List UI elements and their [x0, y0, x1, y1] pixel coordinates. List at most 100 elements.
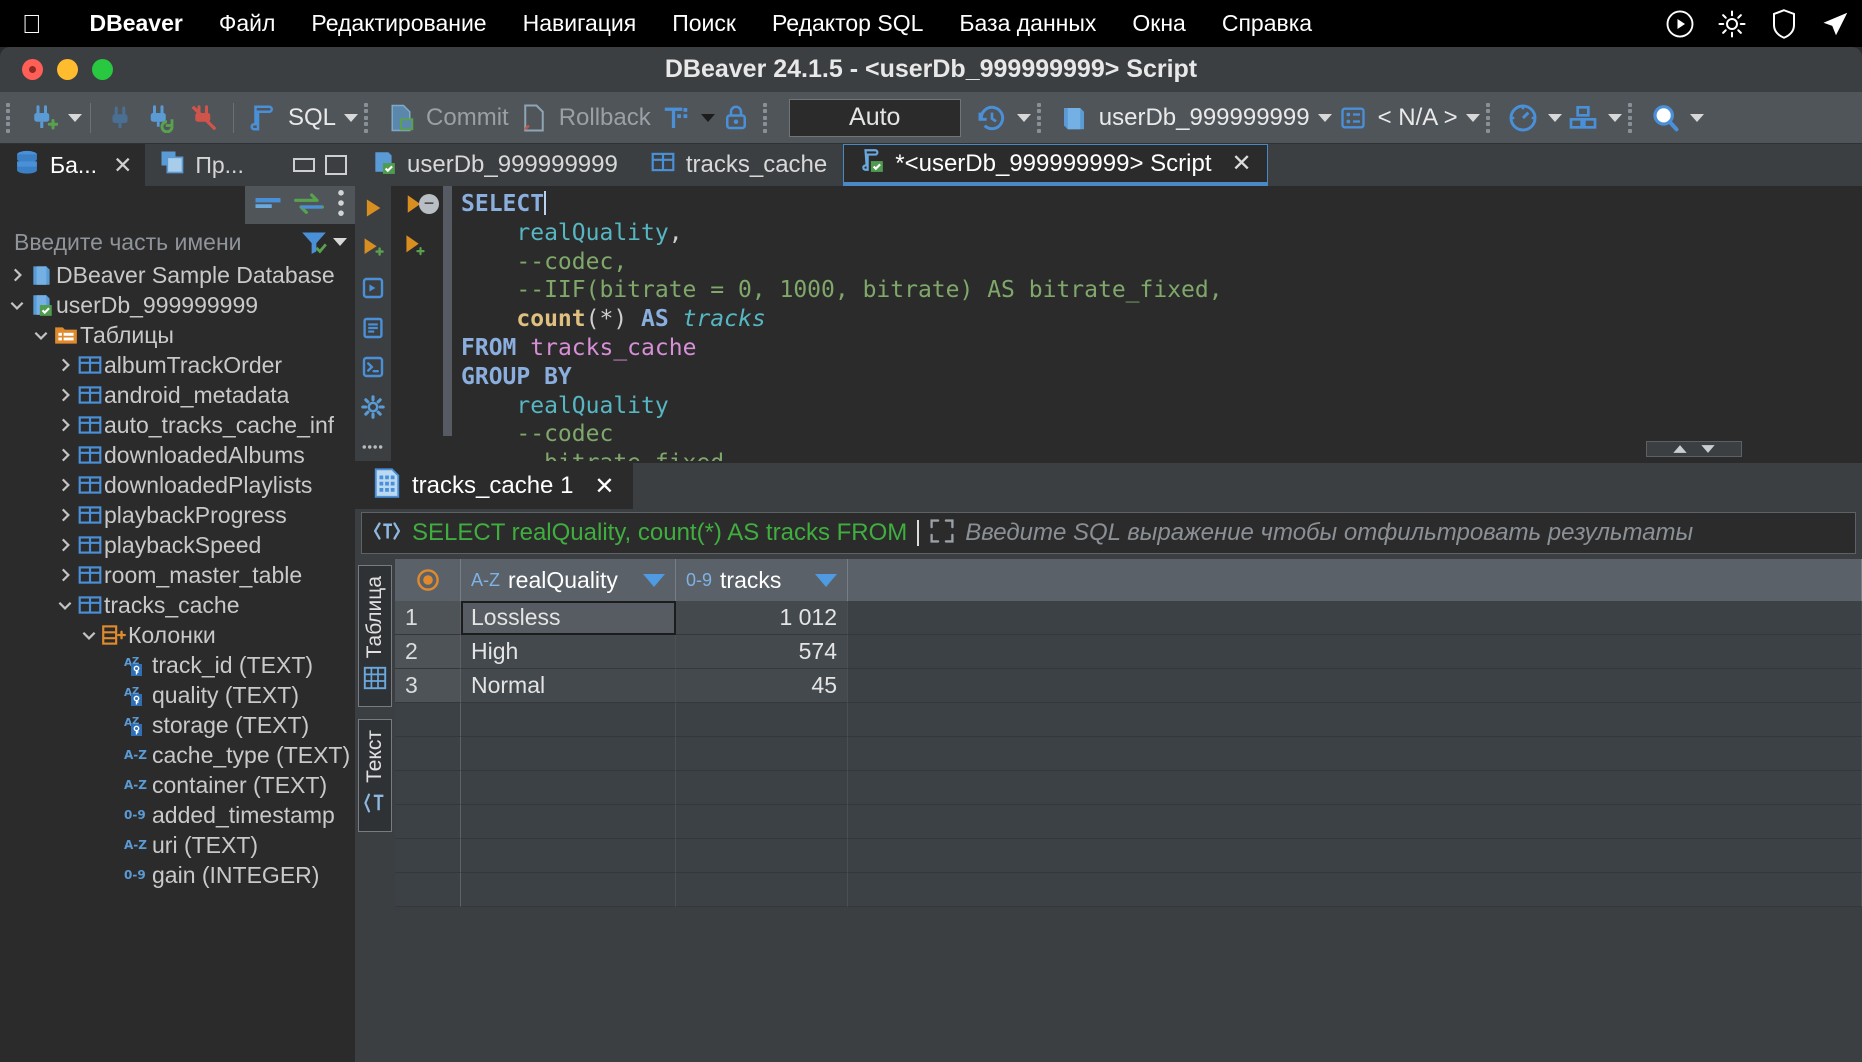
menu-item-sql-editor[interactable]: Редактор SQL — [754, 10, 941, 37]
sql-code-area[interactable]: SELECT realQuality, --codec, --IIF(bitra… — [443, 186, 1862, 461]
lock-icon[interactable] — [715, 96, 757, 140]
expand-icon[interactable] — [929, 518, 955, 549]
disconnect-icon[interactable] — [99, 96, 141, 140]
code-fold-collapse-icon[interactable]: − — [419, 194, 439, 214]
sql-code-text[interactable]: SELECT realQuality, --codec, --IIF(bitra… — [461, 190, 1862, 461]
chevron-right-icon[interactable] — [54, 566, 76, 584]
view-menu-icon[interactable] — [335, 189, 347, 222]
transaction-mode-combo[interactable]: Auto — [788, 98, 961, 137]
telegram-send-icon[interactable] — [1810, 9, 1862, 39]
tab-sql-script[interactable]: *<userDb_999999999> Script ✕ — [843, 144, 1268, 186]
toolbar-grip-6[interactable] — [1627, 102, 1638, 133]
tree-item[interactable]: A Zquality (TEXT) — [0, 680, 355, 710]
chevron-right-icon[interactable] — [6, 266, 28, 284]
menu-item-window[interactable]: Окна — [1114, 10, 1203, 37]
new-connection-dropdown-caret[interactable] — [68, 113, 82, 122]
chevron-right-icon[interactable] — [54, 356, 76, 374]
table-row[interactable]: 2 High 574 — [395, 635, 1862, 669]
table-row[interactable]: 1 Lossless 1 012 — [395, 601, 1862, 635]
tab-tracks-cache[interactable]: tracks_cache — [634, 144, 843, 186]
zoom-button[interactable] — [92, 59, 113, 80]
table-row[interactable]: 3 Normal 45 — [395, 669, 1862, 703]
execute-new-tab-icon[interactable] — [358, 274, 388, 302]
chevron-right-icon[interactable] — [54, 506, 76, 524]
disconnect-all-icon[interactable] — [183, 96, 225, 140]
close-icon[interactable]: ✕ — [594, 472, 614, 501]
results-filter-bar[interactable]: SELECT realQuality, count(*) AS tracks F… — [361, 512, 1856, 554]
console-icon[interactable] — [358, 353, 388, 381]
cell-tracks[interactable]: 574 — [676, 635, 848, 669]
tree-item[interactable]: userDb_999999999 — [0, 290, 355, 320]
chevron-right-icon[interactable] — [54, 446, 76, 464]
sql-editor-icon[interactable] — [242, 96, 284, 140]
tree-item[interactable]: playbackSpeed — [0, 530, 355, 560]
new-connection-icon[interactable] — [22, 96, 64, 140]
tree-item[interactable]: A Ztrack_id (TEXT) — [0, 650, 355, 680]
row-number[interactable]: 3 — [395, 669, 461, 703]
menu-item-navigate[interactable]: Навигация — [505, 10, 655, 37]
tree-item[interactable]: 0-9 added_timestamp — [0, 800, 355, 830]
cell-tracks[interactable]: 1 012 — [676, 601, 848, 635]
toolbar-grip-2[interactable] — [364, 102, 374, 133]
cell-realquality[interactable]: Lossless — [461, 601, 676, 635]
shield-icon[interactable] — [1758, 8, 1810, 39]
sql-editor-dropdown-caret[interactable] — [344, 113, 359, 122]
chevron-right-icon[interactable] — [54, 536, 76, 554]
chevron-right-icon[interactable] — [54, 476, 76, 494]
tools-caret[interactable] — [1607, 113, 1622, 122]
tree-item[interactable]: tracks_cache — [0, 590, 355, 620]
tree-item[interactable]: auto_tracks_cache_inf — [0, 410, 355, 440]
brightness-icon[interactable] — [1706, 9, 1758, 39]
menu-item-help[interactable]: Справка — [1204, 10, 1330, 37]
tree-item[interactable]: albumTrackOrder — [0, 350, 355, 380]
column-header-realquality[interactable]: A-Z realQuality — [461, 559, 676, 601]
toolbar-grip[interactable] — [6, 102, 16, 133]
explain-plan-icon[interactable] — [358, 314, 388, 342]
datasource-combo[interactable]: userDb_999999999 — [1095, 104, 1314, 132]
cell-realquality[interactable]: High — [461, 635, 676, 669]
sort-descending-icon[interactable] — [815, 573, 837, 587]
tree-item[interactable]: 0-9 gain (INTEGER) — [0, 860, 355, 890]
tree-item[interactable]: Колонки — [0, 620, 355, 650]
play-circle-icon[interactable] — [1654, 9, 1706, 39]
chevron-down-icon[interactable] — [6, 296, 28, 314]
dashboard-icon[interactable] — [1502, 96, 1544, 140]
more-icon[interactable] — [358, 433, 388, 461]
apple-logo-icon[interactable]:  — [22, 11, 42, 37]
chevron-down-icon[interactable] — [78, 626, 100, 644]
dashboard-caret[interactable] — [1547, 113, 1562, 122]
tools-icon[interactable] — [1562, 96, 1604, 140]
tree-item[interactable]: room_master_table — [0, 560, 355, 590]
tree-item[interactable]: DBeaver Sample Database — [0, 260, 355, 290]
commit-button[interactable]: Commit — [422, 104, 513, 132]
row-number[interactable]: 2 — [395, 635, 461, 669]
toolbar-grip-3[interactable] — [762, 102, 773, 133]
sql-text-icon[interactable] — [372, 518, 402, 549]
schema-caret[interactable] — [1465, 113, 1480, 122]
reconnect-icon[interactable] — [141, 96, 183, 140]
execute-statement-icon[interactable] — [358, 194, 388, 222]
rollback-button[interactable]: Rollback — [555, 104, 655, 132]
column-header-tracks[interactable]: 0-9 tracks — [676, 559, 848, 601]
menu-item-file[interactable]: Файл — [201, 10, 294, 37]
transaction-log-caret[interactable] — [1016, 113, 1031, 122]
record-mode-icon[interactable] — [395, 559, 461, 601]
search-icon[interactable] — [1644, 96, 1686, 140]
results-grid[interactable]: A-Z realQuality 0-9 tracks 1 Lossless 1 01… — [395, 559, 1862, 1062]
chevron-right-icon[interactable] — [54, 416, 76, 434]
tree-item[interactable]: A Zstorage (TEXT) — [0, 710, 355, 740]
menu-item-edit[interactable]: Редактирование — [293, 10, 504, 37]
row-number[interactable]: 1 — [395, 601, 461, 635]
tab-resultset[interactable]: tracks_cache 1 ✕ — [355, 463, 633, 509]
side-tab-text[interactable]: Текст — [358, 719, 392, 833]
editor-scroll-buttons[interactable] — [1646, 441, 1742, 457]
results-filter-placeholder[interactable]: Введите SQL выражение чтобы отфильтроват… — [965, 519, 1693, 547]
tab-userdb-connection[interactable]: userDb_999999999 — [355, 144, 634, 186]
cell-realquality[interactable]: Normal — [461, 669, 676, 703]
execute-script-icon[interactable] — [358, 234, 388, 262]
menu-item-dbeaver[interactable]: DBeaver — [72, 10, 201, 37]
menu-item-database[interactable]: База данных — [941, 10, 1114, 37]
sql-editor-gutter[interactable]: − — [391, 186, 443, 461]
tab-projects[interactable]: Пр... — [145, 144, 257, 186]
config-icon[interactable] — [358, 393, 388, 421]
